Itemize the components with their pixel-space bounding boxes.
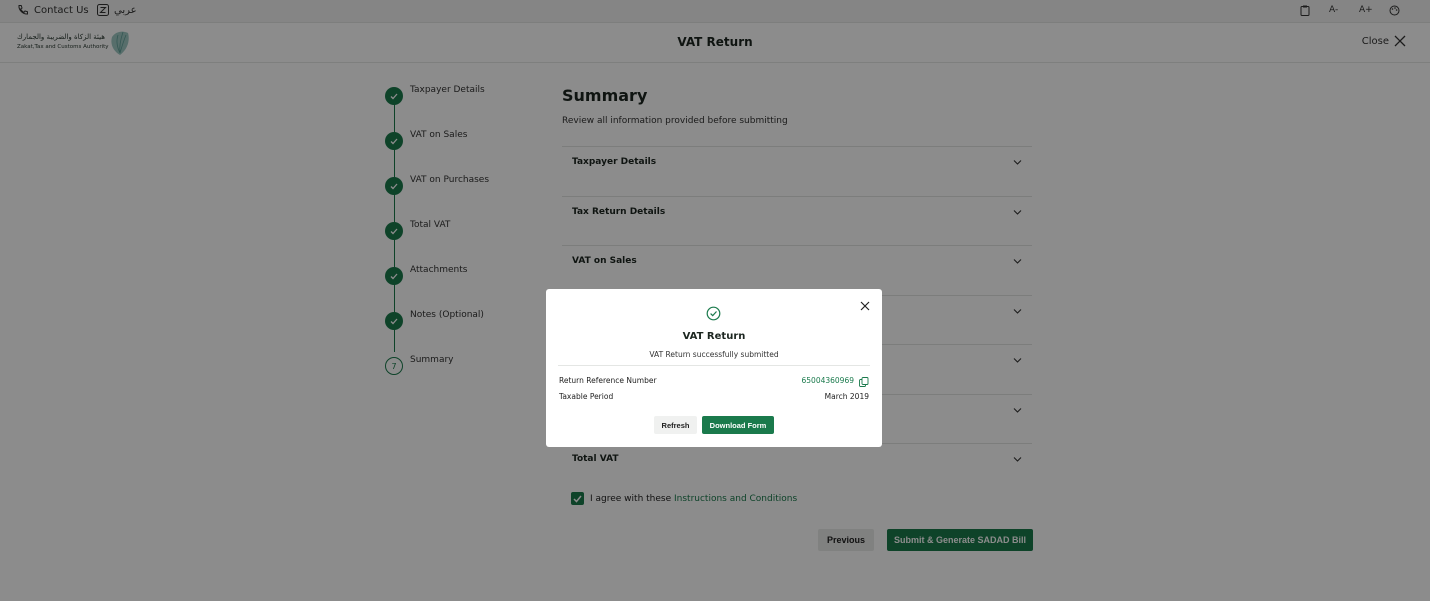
success-dialog: VAT Return VAT Return successfully submi…	[546, 289, 882, 447]
taxable-period-value: March 2019	[824, 392, 869, 401]
ref-number-label: Return Reference Number	[559, 376, 657, 385]
success-check-icon	[706, 306, 721, 321]
dialog-title: VAT Return	[682, 331, 746, 342]
close-icon[interactable]	[860, 301, 870, 311]
dialog-message: VAT Return successfully submitted	[649, 350, 779, 359]
refresh-button[interactable]: Refresh	[654, 416, 697, 434]
copy-icon[interactable]	[859, 377, 869, 387]
download-form-button[interactable]: Download Form	[702, 416, 774, 434]
divider	[558, 365, 870, 366]
taxable-period-label: Taxable Period	[559, 392, 614, 401]
ref-number-value: 65004360969	[801, 376, 855, 385]
